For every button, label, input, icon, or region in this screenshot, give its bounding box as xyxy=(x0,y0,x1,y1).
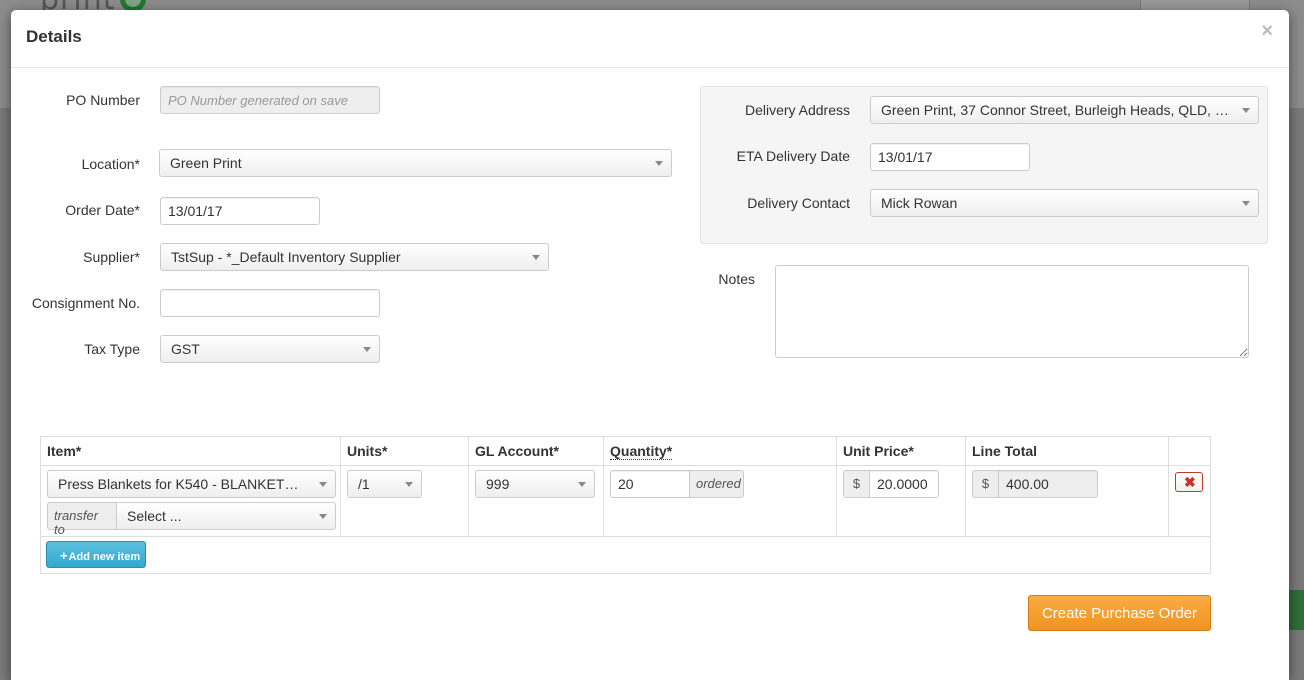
item-value: Press Blankets for K540 - BLANKETS-K540 xyxy=(58,476,332,492)
chevron-down-icon xyxy=(363,347,371,352)
column-divider xyxy=(340,466,341,537)
supplier-value: TstSup - *_Default Inventory Supplier xyxy=(171,249,401,265)
location-label: Location* xyxy=(81,156,140,172)
chevron-down-icon xyxy=(319,514,327,519)
column-header-quantity: Quantity* xyxy=(604,437,837,466)
background-green-panel xyxy=(1289,590,1304,630)
line-total-field: 400.00 xyxy=(998,470,1098,498)
delivery-address-select[interactable]: Green Print, 37 Connor Street, Burleigh … xyxy=(870,96,1259,124)
column-header-actions xyxy=(1169,437,1210,466)
create-purchase-order-button[interactable]: Create Purchase Order xyxy=(1028,595,1211,631)
unit-price-currency: $ xyxy=(843,470,870,498)
gl-account-value: 999 xyxy=(486,476,510,492)
close-icon[interactable]: × xyxy=(1261,20,1273,43)
column-divider xyxy=(965,466,966,537)
delete-row-button[interactable]: ✖ xyxy=(1175,472,1203,492)
po-number-placeholder: PO Number generated on save xyxy=(168,93,348,108)
modal-title: Details xyxy=(26,27,82,46)
header-divider xyxy=(41,465,1210,466)
row-divider xyxy=(41,536,1210,537)
tax-type-select[interactable]: GST xyxy=(160,335,380,363)
line-total-currency: $ xyxy=(972,470,999,498)
delivery-contact-select[interactable]: Mick Rowan xyxy=(870,189,1259,217)
add-new-item-button[interactable]: +Add new item xyxy=(46,541,146,568)
po-number-label: PO Number xyxy=(66,92,140,108)
column-divider xyxy=(468,466,469,537)
column-divider xyxy=(836,466,837,537)
delivery-contact-label: Delivery Contact xyxy=(747,195,850,211)
supplier-select[interactable]: TstSup - *_Default Inventory Supplier xyxy=(160,243,549,271)
chevron-down-icon xyxy=(532,255,540,260)
units-value: /1 xyxy=(358,476,370,492)
column-header-line-total: Line Total xyxy=(966,437,1169,466)
delivery-contact-value: Mick Rowan xyxy=(881,195,958,211)
order-date-value: 13/01/17 xyxy=(168,203,223,219)
chevron-down-icon xyxy=(1242,201,1250,206)
transfer-to-addon: transfer to xyxy=(47,502,117,537)
order-date-field[interactable]: 13/01/17 xyxy=(160,197,320,225)
po-number-field: PO Number generated on save xyxy=(160,86,380,114)
order-date-label: Order Date* xyxy=(65,202,140,218)
column-header-gl-account: GL Account* xyxy=(469,437,604,466)
quantity-suffix: ordered xyxy=(689,470,744,498)
consignment-field[interactable] xyxy=(160,289,380,317)
quantity-header-word: Quantity xyxy=(610,443,667,459)
quantity-header-required: * xyxy=(666,443,673,459)
notes-label: Notes xyxy=(718,271,755,287)
column-divider xyxy=(603,466,604,537)
eta-label: ETA Delivery Date xyxy=(736,148,850,164)
column-header-item: Item* xyxy=(41,437,341,466)
location-value: Green Print xyxy=(170,155,242,171)
chevron-down-icon xyxy=(405,482,413,487)
delivery-address-label: Delivery Address xyxy=(744,102,850,118)
details-modal: Details × PO Number PO Number generated … xyxy=(11,10,1289,680)
tax-type-value: GST xyxy=(171,341,200,357)
chevron-down-icon xyxy=(1242,108,1250,113)
eta-value: 13/01/17 xyxy=(878,149,933,165)
unit-price-value: 20.0000 xyxy=(877,476,928,492)
location-select[interactable]: Green Print xyxy=(159,149,672,177)
transfer-to-value: Select ... xyxy=(127,508,182,524)
plus-icon: + xyxy=(60,548,68,563)
modal-header: Details × xyxy=(11,10,1289,68)
tax-type-label: Tax Type xyxy=(84,341,140,357)
unit-price-input[interactable]: 20.0000 xyxy=(869,470,939,498)
column-header-unit-price: Unit Price* xyxy=(837,437,966,466)
column-divider xyxy=(1168,466,1169,537)
column-header-units: Units* xyxy=(341,437,469,466)
consignment-label: Consignment No. xyxy=(31,295,140,311)
chevron-down-icon xyxy=(655,161,663,166)
line-total-value: 400.00 xyxy=(1006,476,1049,492)
notes-textarea[interactable] xyxy=(775,265,1249,358)
transfer-to-select[interactable]: Select ... xyxy=(116,502,336,530)
chevron-down-icon xyxy=(578,482,586,487)
eta-field[interactable]: 13/01/17 xyxy=(870,143,1030,171)
add-new-item-label: Add new item xyxy=(68,551,141,563)
supplier-label: Supplier* xyxy=(83,249,140,265)
close-icon: ✖ xyxy=(1184,474,1196,490)
gl-account-select[interactable]: 999 xyxy=(475,470,595,498)
delivery-address-value: Green Print, 37 Connor Street, Burleigh … xyxy=(881,102,1246,118)
chevron-down-icon xyxy=(319,482,327,487)
units-select[interactable]: /1 xyxy=(347,470,422,498)
quantity-header-text: Quantity* xyxy=(610,443,673,460)
quantity-input[interactable]: 20 xyxy=(610,470,690,498)
item-select[interactable]: Press Blankets for K540 - BLANKETS-K540 xyxy=(47,470,336,498)
quantity-value: 20 xyxy=(618,476,634,492)
